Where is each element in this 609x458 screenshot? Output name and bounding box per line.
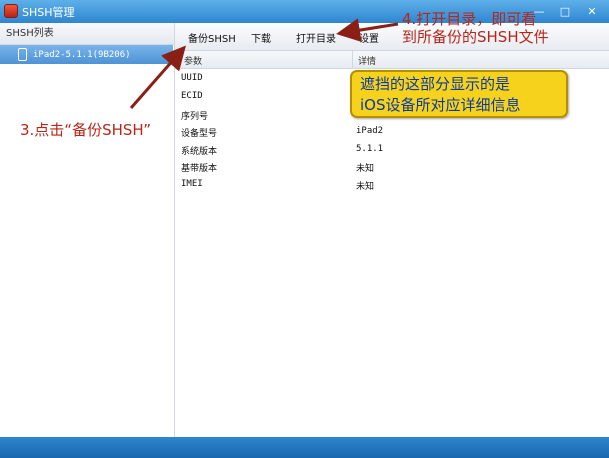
table-row[interactable]: IMEI 未知 bbox=[175, 175, 609, 193]
backup-shsh-button[interactable]: 备份SHSH bbox=[188, 30, 236, 45]
row-key: IMEI bbox=[181, 179, 203, 189]
device-label: iPad2-5.1.1(9B206) bbox=[33, 49, 131, 60]
shsh-manager-window: SHSH管理 — □ ✕ SHSH列表 iPad2-5.1.1(9B206) 备… bbox=[0, 0, 609, 458]
row-key: 设备型号 bbox=[181, 129, 218, 139]
note-line-2: iOS设备所对应详细信息 bbox=[360, 96, 521, 114]
app-logo-icon bbox=[4, 4, 18, 18]
status-bar bbox=[0, 437, 609, 458]
row-value: iPad2 bbox=[356, 126, 384, 136]
row-key: UUID bbox=[181, 73, 203, 83]
maximize-button[interactable]: □ bbox=[553, 2, 577, 20]
open-directory-button[interactable]: 打开目录 bbox=[296, 30, 336, 45]
column-divider[interactable] bbox=[352, 51, 353, 68]
row-key: 基带版本 bbox=[181, 164, 218, 174]
row-value: 5.1.1 bbox=[356, 144, 384, 154]
row-value: 未知 bbox=[356, 164, 375, 174]
column-header-detail[interactable]: 详情 bbox=[358, 54, 376, 67]
shsh-list-panel: SHSH列表 iPad2-5.1.1(9B206) bbox=[0, 23, 175, 437]
close-button[interactable]: ✕ bbox=[579, 2, 605, 20]
row-key: 序列号 bbox=[181, 112, 209, 122]
annotation-step4-line2: 到所备份的SHSH文件 bbox=[402, 28, 549, 46]
table-row[interactable]: 基带版本 未知 bbox=[175, 157, 609, 175]
note-line-1: 遮挡的这部分显示的是 bbox=[360, 75, 511, 93]
row-key: 系统版本 bbox=[181, 147, 218, 157]
table-header: 参数 详情 bbox=[175, 51, 609, 69]
row-key: ECID bbox=[181, 91, 203, 101]
download-button[interactable]: 下载 bbox=[251, 30, 271, 45]
sidebar-item-ipad2[interactable]: iPad2-5.1.1(9B206) bbox=[0, 45, 173, 64]
column-header-param[interactable]: 参数 bbox=[184, 54, 202, 67]
table-row[interactable]: 系统版本 5.1.1 bbox=[175, 140, 609, 158]
settings-button[interactable]: 设置 bbox=[359, 30, 379, 45]
window-title: SHSH管理 bbox=[22, 6, 75, 19]
shsh-list-header: SHSH列表 bbox=[0, 23, 174, 45]
table-row[interactable]: 设备型号 iPad2 bbox=[175, 122, 609, 140]
annotation-step3: 3.点击“备份SHSH” bbox=[20, 121, 151, 139]
annotation-note-box: 遮挡的这部分显示的是 iOS设备所对应详细信息 bbox=[350, 70, 568, 118]
ipad-icon bbox=[18, 48, 27, 61]
row-value: 未知 bbox=[356, 182, 375, 192]
window-controls: — □ ✕ bbox=[527, 2, 605, 20]
